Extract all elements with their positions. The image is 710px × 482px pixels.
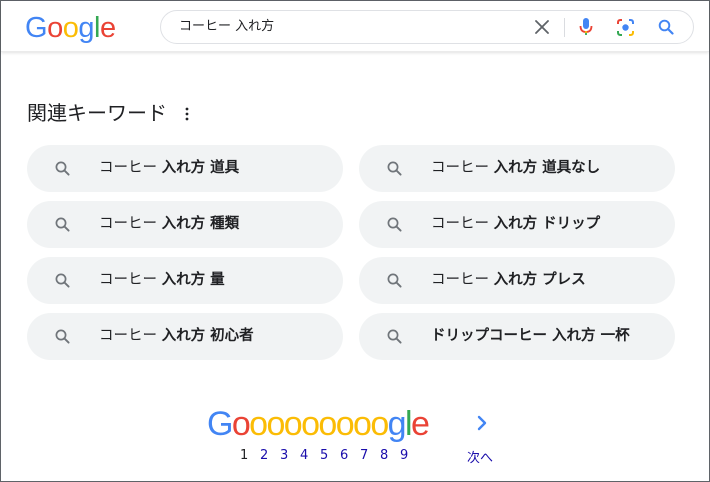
microphone-icon [579, 18, 593, 35]
pagination-logo-letter: o [283, 405, 303, 443]
related-search-chip[interactable]: コーヒー 入れ方 ドリップ [359, 201, 675, 248]
image-search-button[interactable] [614, 16, 636, 38]
pagination-logo-letter: e [410, 405, 430, 443]
more-options-icon[interactable] [184, 106, 190, 122]
pagination-logo-letter: o [353, 405, 372, 443]
related-search-chip[interactable]: コーヒー 入れ方 初心者 [27, 313, 343, 360]
related-search-bold-text: 入れ方 量 [161, 272, 225, 288]
header: Google コーヒー 入れ方 [1, 1, 709, 52]
page-number-7[interactable]: 7 [360, 447, 380, 465]
related-search-label: コーヒー 入れ方 道具 [99, 145, 239, 192]
pagination-logo-letter: G [207, 405, 233, 443]
camera-lens-icon [616, 18, 634, 36]
search-icon [387, 273, 402, 288]
related-search-base-text: コーヒー [99, 160, 162, 176]
chevron-right-icon[interactable] [475, 414, 489, 432]
logo-letter: o [62, 12, 79, 44]
page-number-3[interactable]: 3 [280, 447, 300, 465]
next-page-link[interactable]: 次へ [467, 450, 493, 468]
search-icon [55, 217, 70, 232]
related-search-label: コーヒー 入れ方 初心者 [99, 313, 254, 360]
related-search-base-text: コーヒー [431, 216, 494, 232]
related-search-bold-text: 入れ方 初心者 [161, 328, 254, 344]
related-search-chip[interactable]: コーヒー 入れ方 道具なし [359, 145, 675, 192]
page-number-1: 1 [240, 448, 249, 463]
search-input[interactable]: コーヒー 入れ方 [179, 11, 274, 43]
related-search-label: ドリップコーヒー 入れ方 一杯 [431, 313, 630, 360]
related-search-bold-text: 入れ方 道具なし [493, 160, 601, 176]
logo-letter: e [99, 12, 116, 44]
pagination-logo-letter: o [301, 405, 320, 443]
page-number-2[interactable]: 2 [260, 447, 280, 465]
related-search-base-text: コーヒー [431, 272, 494, 288]
related-search-chip[interactable]: コーヒー 入れ方 道具 [27, 145, 343, 192]
pagination-logo-letter: o [231, 405, 251, 443]
logo-letter: G [25, 12, 48, 44]
related-search-label: コーヒー 入れ方 種類 [99, 201, 239, 248]
page-number-5[interactable]: 5 [320, 447, 340, 465]
search-icon [55, 161, 70, 176]
related-search-bold-text: 入れ方 種類 [161, 216, 240, 232]
search-box[interactable]: コーヒー 入れ方 [160, 10, 694, 44]
pagination-logo-letter: o [318, 405, 337, 443]
search-icon [387, 161, 402, 176]
search-icon [55, 329, 70, 344]
related-search-bold-text: 入れ方 プレス [493, 272, 586, 288]
related-search-label: コーヒー 入れ方 ドリップ [431, 201, 600, 248]
related-search-bold-text: ドリップコーヒー 入れ方 一杯 [431, 328, 630, 344]
pagination-logo-letter: g [387, 405, 407, 443]
related-search-base-text: コーヒー [431, 160, 494, 176]
pagination-logo-letter: o [266, 405, 285, 443]
google-logo[interactable]: Google [25, 12, 116, 44]
page-number-6[interactable]: 6 [340, 447, 360, 465]
related-search-chip[interactable]: ドリップコーヒー 入れ方 一杯 [359, 313, 675, 360]
page-numbers: 123456789 [240, 447, 420, 465]
search-divider [564, 18, 565, 37]
search-button[interactable] [655, 16, 677, 38]
related-search-bold-text: 入れ方 道具 [161, 160, 240, 176]
related-search-base-text: コーヒー [99, 272, 162, 288]
related-search-chip[interactable]: コーヒー 入れ方 量 [27, 257, 343, 304]
pagination-logo-letter: o [370, 405, 389, 443]
pagination-logo: Gooooooooogle [207, 404, 430, 444]
search-icon [55, 273, 70, 288]
page-number-8[interactable]: 8 [380, 447, 400, 465]
search-icon [658, 19, 674, 35]
related-search-label: コーヒー 入れ方 量 [99, 257, 225, 304]
logo-letter: o [47, 12, 63, 44]
related-search-label: コーヒー 入れ方 プレス [431, 257, 586, 304]
related-search-base-text: コーヒー [99, 328, 162, 344]
voice-search-button[interactable] [575, 16, 597, 38]
logo-letter: g [78, 12, 94, 44]
search-icon [387, 217, 402, 232]
related-search-chip[interactable]: コーヒー 入れ方 プレス [359, 257, 675, 304]
pagination-logo-letter: o [335, 405, 355, 443]
related-search-chip[interactable]: コーヒー 入れ方 種類 [27, 201, 343, 248]
search-icon [387, 329, 402, 344]
related-search-label: コーヒー 入れ方 道具なし [431, 145, 600, 192]
related-searches-title: 関連キーワード [27, 101, 167, 125]
page-number-9[interactable]: 9 [400, 447, 420, 465]
clear-search-button[interactable] [531, 16, 553, 38]
page-number-4[interactable]: 4 [300, 447, 320, 465]
close-icon [535, 20, 549, 34]
related-search-base-text: コーヒー [99, 216, 162, 232]
related-search-bold-text: 入れ方 ドリップ [493, 216, 601, 232]
pagination-logo-letter: o [249, 405, 268, 443]
